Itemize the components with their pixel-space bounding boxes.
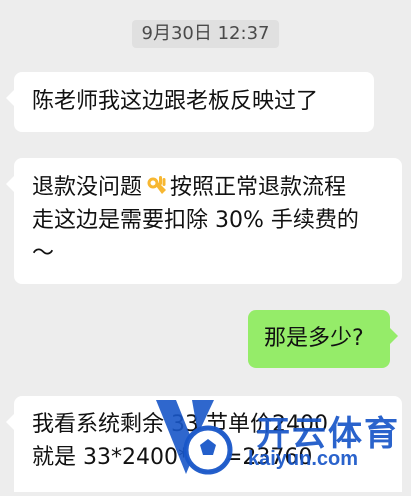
message-timestamp: 9月30日 12:37	[131, 20, 280, 48]
message-text: 就是 33*2400*0.3=23760	[32, 445, 313, 470]
chat-view: 9月30日 12:37 陈老师我这边跟老板反映过了 退款没问题 按照正常退款流程…	[0, 0, 411, 492]
incoming-message-bubble[interactable]: 退款没问题 按照正常退款流程 走这边是需要扣除 30% 手续费的 ～	[6, 158, 402, 284]
incoming-message-bubble[interactable]: 陈老师我这边跟老板反映过了	[6, 72, 374, 132]
ok-hand-icon	[147, 176, 167, 194]
message-text: 按照正常退款流程	[170, 175, 347, 200]
message-text: 那是多少?	[264, 326, 364, 351]
message-text: 走这边是需要扣除 30% 手续费的	[32, 208, 359, 233]
outgoing-message-bubble[interactable]: 那是多少?	[248, 310, 398, 368]
message-text: 我看系统剩余 33 节单价2400	[32, 412, 328, 437]
message-text: 退款没问题	[32, 175, 143, 200]
message-line: 退款没问题 按照正常退款流程	[32, 171, 384, 204]
message-text: ～	[32, 241, 55, 266]
incoming-message-bubble[interactable]: 我看系统剩余 33 节单价2400 就是 33*2400*0.3=23760	[6, 396, 402, 492]
message-text: 陈老师我这边跟老板反映过了	[32, 89, 319, 114]
